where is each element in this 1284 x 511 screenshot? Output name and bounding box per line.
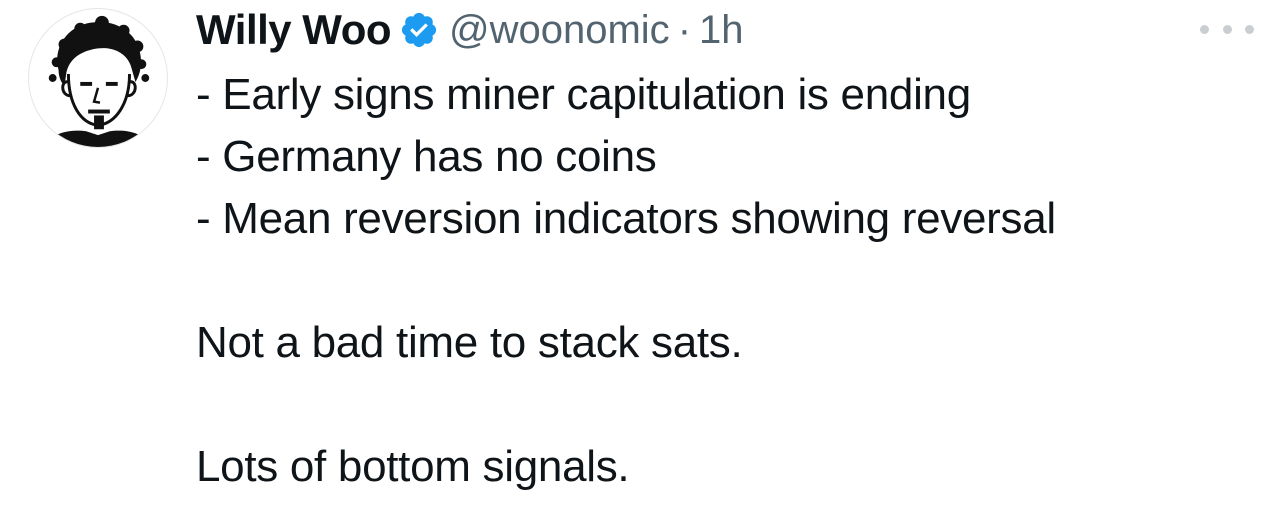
header-separator: · [677, 7, 692, 52]
more-dot [1245, 24, 1254, 34]
tweet-line: - Mean reversion indicators showing reve… [196, 194, 1056, 243]
timestamp[interactable]: 1h [699, 8, 744, 53]
more-dot [1200, 24, 1209, 34]
tweet-header: Willy Woo @woonomic · 1h [196, 2, 744, 58]
tweet-text: - Early signs miner capitulation is endi… [196, 64, 1256, 498]
tweet-line: - Germany has no coins [196, 132, 657, 181]
tweet-paragraph: Lots of bottom signals. [196, 442, 630, 491]
display-name[interactable]: Willy Woo [196, 6, 392, 54]
tweet-paragraph: Not a bad time to stack sats. [196, 318, 743, 367]
tweet-line: - Early signs miner capitulation is endi… [196, 70, 971, 119]
author-handle[interactable]: @woonomic [449, 8, 670, 53]
verified-badge-icon[interactable] [399, 10, 439, 50]
more-dot [1222, 24, 1232, 34]
avatar-portrait-icon [42, 15, 154, 147]
more-horizontal-icon[interactable] [1200, 14, 1254, 44]
tweet[interactable]: Willy Woo @woonomic · 1h - Early signs m… [0, 0, 1284, 511]
avatar[interactable] [28, 8, 168, 148]
